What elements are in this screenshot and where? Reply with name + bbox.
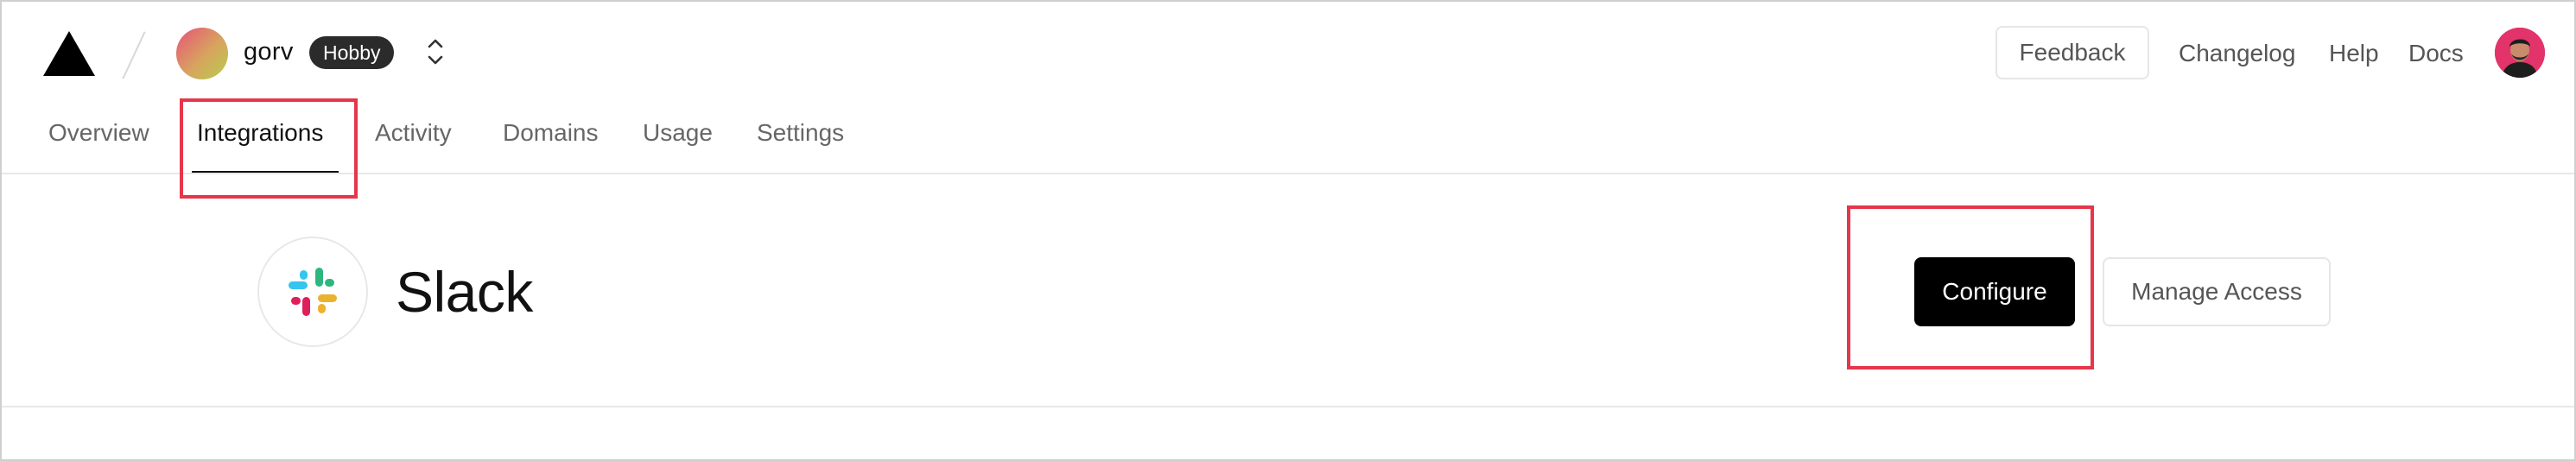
configure-button[interactable]: Configure [1914,257,2075,326]
plan-badge: Hobby [309,36,395,69]
section-divider [2,406,2574,407]
feedback-button[interactable]: Feedback [1995,26,2149,79]
integration-title: Slack [396,260,533,324]
nav-divider [2,173,2574,174]
tab-usage[interactable]: Usage [643,119,713,147]
tab-integrations[interactable]: Integrations [197,119,323,147]
tab-domains[interactable]: Domains [503,119,598,147]
tab-activity[interactable]: Activity [375,119,452,147]
tab-settings[interactable]: Settings [757,119,844,147]
slack-logo-icon [257,237,368,347]
breadcrumb-separator [122,31,146,79]
team-avatar[interactable] [176,28,228,79]
tab-overview[interactable]: Overview [48,119,149,147]
user-avatar[interactable] [2495,28,2545,78]
manage-access-button[interactable]: Manage Access [2103,257,2331,326]
chevron-up-down-icon[interactable] [425,35,446,69]
team-name[interactable]: gorv [244,38,294,66]
app-window: gorv Hobby Feedback Changelog Help Docs … [0,0,2576,461]
docs-link[interactable]: Docs [2408,40,2464,67]
vercel-logo-icon[interactable] [43,31,95,76]
highlight-box-integrations-tab [180,98,358,199]
changelog-link[interactable]: Changelog [2179,40,2295,67]
help-link[interactable]: Help [2329,40,2379,67]
